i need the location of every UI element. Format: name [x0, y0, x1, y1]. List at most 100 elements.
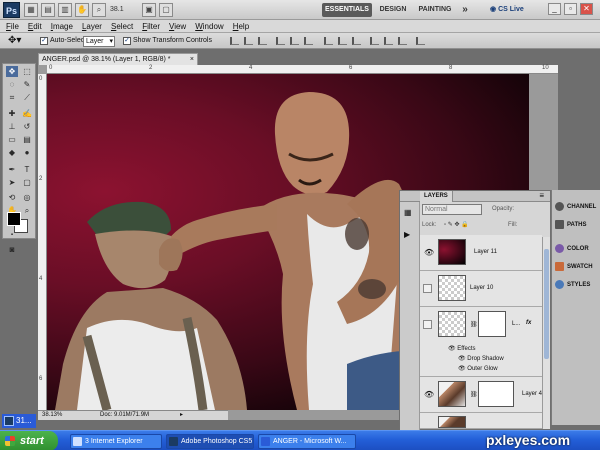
minimize-button[interactable]: _ [548, 3, 561, 15]
menu-file[interactable]: File [6, 21, 19, 32]
menu-filter[interactable]: Filter [142, 21, 160, 32]
effect-drop-shadow[interactable]: 👁 Drop Shadow [458, 355, 504, 362]
zoom-tool-icon[interactable]: ⌕ [92, 3, 106, 17]
align-hcenter-icon[interactable] [290, 37, 299, 45]
blend-mode-dropdown[interactable]: Normal [422, 204, 482, 215]
taskbar-mini-item[interactable]: 31... [2, 414, 36, 428]
align-bottom-icon[interactable] [258, 37, 267, 45]
dodge-tool-icon[interactable]: ● [21, 147, 33, 158]
visibility-toggle[interactable] [423, 284, 432, 293]
layer-row[interactable]: 👁 ⛓ Layer 4 [420, 377, 542, 413]
layer-name[interactable]: Layer 11 [474, 249, 497, 255]
menu-view[interactable]: View [169, 21, 186, 32]
layer-row[interactable]: ⛓ L... fx 👁 Effects 👁 Drop Shadow 👁 Oute… [420, 307, 542, 377]
vertical-ruler[interactable]: 0 2 4 6 [38, 74, 47, 410]
close-button[interactable]: ✕ [580, 3, 593, 15]
type-tool-icon[interactable]: T [21, 164, 33, 175]
menu-image[interactable]: Image [51, 21, 73, 32]
panel-menu-icon[interactable]: ≡ [539, 191, 544, 200]
gradient-tool-icon[interactable]: ▤ [21, 134, 33, 145]
layer-row[interactable]: Layer 10 [420, 271, 542, 307]
actions-panel-icon[interactable]: ▶ [404, 230, 410, 239]
3d-rotate-tool-icon[interactable]: ⟲ [6, 192, 18, 203]
layer-row[interactable] [420, 413, 542, 429]
distribute-right-icon[interactable] [398, 37, 407, 45]
dock-styles[interactable]: STYLES [555, 278, 600, 292]
3d-orbit-tool-icon[interactable]: ◎ [21, 192, 33, 203]
extras-icon[interactable]: ▥ [58, 3, 72, 17]
blur-tool-icon[interactable]: ◆ [6, 147, 18, 158]
menu-edit[interactable]: Edit [28, 21, 42, 32]
zoom-level[interactable]: 38.1 [110, 3, 124, 17]
dock-swatches[interactable]: SWATCH [555, 260, 600, 274]
zoom-status[interactable]: 38.13% [42, 411, 62, 420]
align-top-icon[interactable] [230, 37, 239, 45]
layer-name[interactable]: Layer 10 [470, 285, 493, 291]
quick-mask-icon[interactable]: ◙ [6, 244, 18, 255]
status-menu-icon[interactable]: ▸ [180, 411, 183, 420]
menu-select[interactable]: Select [111, 21, 133, 32]
eraser-tool-icon[interactable]: ▭ [6, 134, 18, 145]
healing-brush-tool-icon[interactable]: ✚ [6, 108, 18, 119]
transform-controls-checkbox[interactable]: ✓ [123, 37, 131, 45]
layer-name[interactable]: L... [512, 321, 520, 327]
close-tab-icon[interactable]: × [190, 54, 194, 65]
zoom-tool-icon[interactable]: ⌕ [21, 205, 33, 216]
layers-scrollbar-thumb[interactable] [544, 249, 549, 359]
dock-color[interactable]: COLOR [555, 242, 600, 256]
horizontal-ruler[interactable]: 0 2 4 6 8 10 [47, 65, 558, 74]
layer-mask-thumbnail[interactable] [478, 311, 506, 337]
distribute-top-icon[interactable] [324, 37, 333, 45]
shape-tool-icon[interactable]: ▢ [21, 177, 33, 188]
taskbar-item-ie[interactable]: 3 Internet Explorer [70, 434, 162, 449]
default-colors-icon[interactable]: ▪ [6, 230, 18, 241]
taskbar-item-word[interactable]: ANGER - Microsoft W... [258, 434, 356, 449]
eye-icon[interactable]: 👁 [458, 366, 467, 372]
start-button[interactable]: start [0, 431, 58, 450]
foreground-color-swatch[interactable] [7, 212, 21, 226]
hand-icon[interactable]: ✋ [75, 3, 89, 17]
quick-select-tool-icon[interactable]: ✎ [21, 79, 33, 90]
arrange-icon[interactable]: ▣ [142, 3, 156, 17]
dock-paths[interactable]: PATHS [555, 218, 600, 232]
marquee-tool-icon[interactable]: ⬚ [21, 66, 33, 77]
taskbar-item-photoshop[interactable]: Adobe Photoshop CS5 [166, 434, 254, 449]
menu-help[interactable]: Help [233, 21, 249, 32]
align-left-icon[interactable] [276, 37, 285, 45]
auto-align-icon[interactable] [416, 37, 425, 45]
eye-icon[interactable]: 👁 [448, 346, 457, 352]
visibility-eye-icon[interactable]: 👁 [424, 248, 434, 258]
layer-name[interactable]: Layer 4 [522, 391, 542, 397]
workspace-painting[interactable]: PAINTING [414, 3, 456, 17]
workspace-essentials[interactable]: ESSENTIALS [322, 3, 372, 17]
cs-live-button[interactable]: ◉ CS Live [490, 3, 524, 17]
clone-stamp-tool-icon[interactable]: ⊥ [6, 121, 18, 132]
menu-layer[interactable]: Layer [82, 21, 102, 32]
align-right-icon[interactable] [304, 37, 313, 45]
maximize-button[interactable]: ▫ [564, 3, 577, 15]
bridge-icon[interactable]: ▦ [24, 3, 38, 17]
distribute-left-icon[interactable] [370, 37, 379, 45]
align-vcenter-icon[interactable] [244, 37, 253, 45]
eyedropper-tool-icon[interactable]: ⟋ [21, 92, 33, 103]
layer-mask-thumbnail[interactable] [478, 381, 514, 407]
lock-icons[interactable]: ▫ ✎ ✥ 🔒 [444, 220, 469, 231]
history-brush-tool-icon[interactable]: ↺ [21, 121, 33, 132]
document-tab[interactable]: ANGER.psd @ 38.1% (Layer 1, RGB/8) * × [38, 53, 198, 65]
auto-select-dropdown[interactable]: Layer ▾ [83, 36, 115, 47]
auto-select-checkbox[interactable]: ✓ [40, 37, 48, 45]
layers-scrollbar[interactable] [542, 237, 550, 429]
dock-channels[interactable]: CHANNEL [555, 200, 600, 214]
visibility-eye-icon[interactable]: 👁 [424, 390, 434, 400]
effect-outer-glow[interactable]: 👁 Outer Glow [458, 365, 498, 372]
distribute-hcenter-icon[interactable] [384, 37, 393, 45]
layer-row[interactable]: 👁 Layer 11 [420, 235, 542, 271]
lasso-tool-icon[interactable]: ◌ [6, 79, 18, 90]
pen-tool-icon[interactable]: ✒ [6, 164, 18, 175]
doc-size-status[interactable]: Doc: 9.01M/71.9M [100, 411, 149, 420]
distribute-vcenter-icon[interactable] [338, 37, 347, 45]
path-select-tool-icon[interactable]: ➤ [6, 177, 18, 188]
layers-tab[interactable]: LAYERS [420, 191, 453, 202]
menu-window[interactable]: Window [195, 21, 223, 32]
crop-tool-icon[interactable]: ⌗ [6, 92, 18, 103]
